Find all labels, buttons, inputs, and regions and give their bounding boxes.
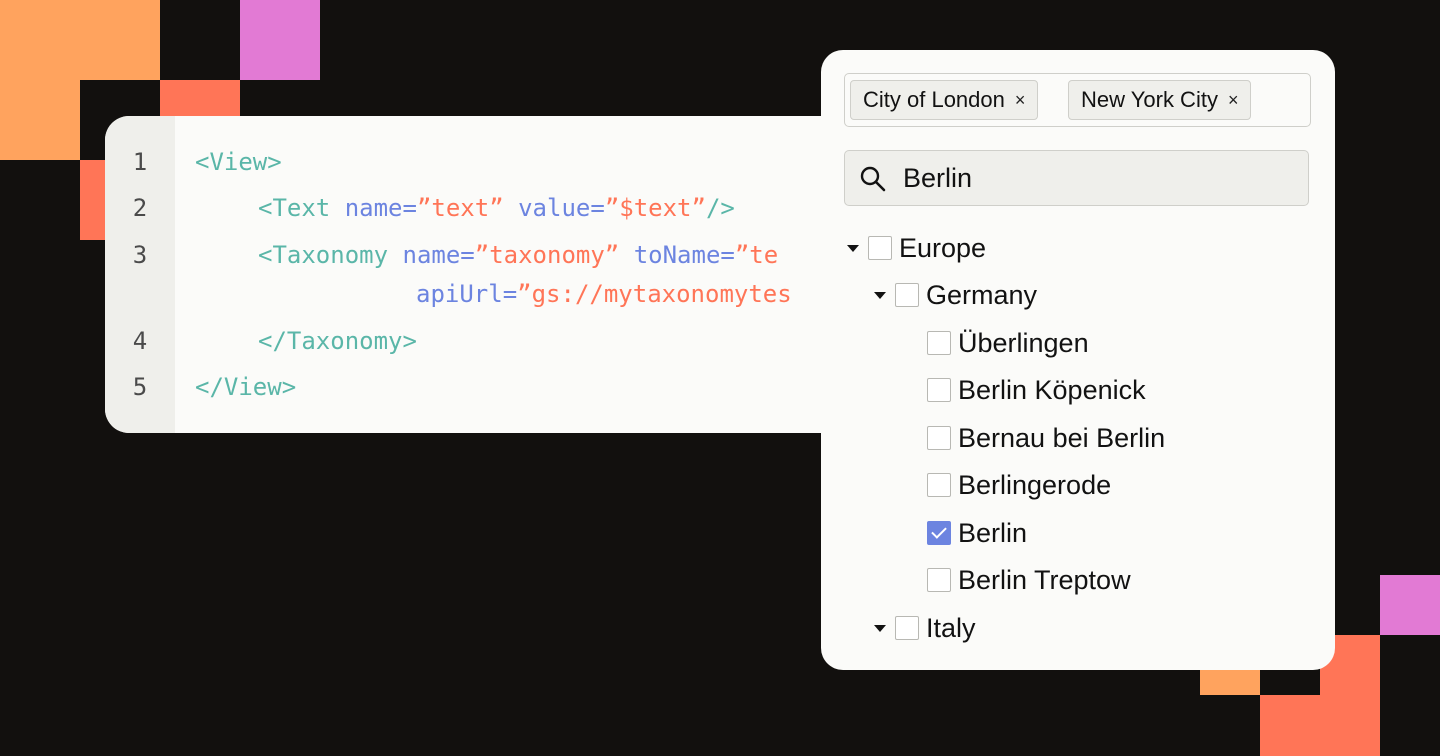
coral-block-bottom-right-2 bbox=[1260, 695, 1380, 756]
code-tag: <Text bbox=[258, 194, 331, 222]
tree-node-label: Germany bbox=[926, 279, 1038, 310]
line-number: 2 bbox=[132, 194, 148, 222]
chip-new-york-city: New York City × bbox=[1068, 80, 1252, 120]
tree-node-city: Berlin Treptow bbox=[927, 560, 1131, 600]
code-tag: <View> bbox=[195, 148, 282, 176]
checkbox[interactable] bbox=[895, 283, 919, 307]
code-attr: value= bbox=[518, 194, 605, 222]
tree-node-city: Berlingerode bbox=[927, 465, 1111, 505]
code-line-5: </View> bbox=[195, 373, 296, 401]
search-box bbox=[844, 150, 1309, 206]
code-string: ”taxonomy” bbox=[474, 241, 620, 269]
line-number: 4 bbox=[132, 327, 148, 355]
code-tag: </Taxonomy> bbox=[258, 327, 417, 355]
code-line-3-continued: apiUrl=”gs://mytaxonomytes bbox=[416, 280, 792, 308]
code-line-3: <Taxonomy name=”taxonomy” toName=”te bbox=[258, 241, 778, 269]
tree-node-city: Berlin Köpenick bbox=[927, 370, 1146, 410]
code-string: ”$text” bbox=[604, 194, 706, 222]
pink-block-bottom-right bbox=[1380, 575, 1440, 635]
code-string: ”gs://mytaxonomytes bbox=[517, 280, 792, 308]
tree-node-italy: Italy bbox=[874, 608, 976, 648]
orange-block-bottom-right bbox=[1200, 670, 1260, 695]
search-input[interactable] bbox=[903, 159, 1293, 197]
code-line-2: <Text name=”text” value=”$text”/> bbox=[258, 194, 735, 222]
chip-label: New York City bbox=[1081, 87, 1218, 112]
chip-label: City of London bbox=[863, 87, 1005, 112]
code-line-1: <View> bbox=[195, 148, 282, 176]
code-string: ”te bbox=[734, 241, 779, 269]
close-icon[interactable]: × bbox=[1228, 90, 1239, 111]
tree-node-germany: Germany bbox=[874, 275, 1037, 315]
line-number: 1 bbox=[132, 148, 148, 176]
code-attr: name= bbox=[402, 241, 475, 269]
tree-node-label: Berlin Köpenick bbox=[958, 374, 1146, 405]
code-attr: toName= bbox=[633, 241, 735, 269]
caret-down-icon[interactable] bbox=[874, 291, 886, 299]
orange-block-top-left bbox=[0, 0, 160, 80]
search-icon bbox=[859, 165, 887, 197]
code-editor-card: 1 2 3 4 5 <View> <Text name=”text” value… bbox=[105, 116, 865, 433]
tree-node-city: Berlin bbox=[927, 513, 1027, 553]
close-icon[interactable]: × bbox=[1015, 90, 1026, 111]
line-number: 5 bbox=[132, 373, 148, 401]
taxonomy-panel: City of London × New York City × Europe … bbox=[821, 50, 1335, 670]
tree-node-label: Berlin bbox=[958, 517, 1028, 548]
tree-node-city: Bernau bei Berlin bbox=[927, 418, 1165, 458]
checkbox[interactable] bbox=[868, 236, 892, 260]
tree-node-label: Europe bbox=[899, 232, 987, 263]
code-attr: name= bbox=[344, 194, 417, 222]
tree-node-label: Berlin Treptow bbox=[958, 564, 1131, 595]
line-number: 3 bbox=[132, 241, 148, 269]
orange-block-left bbox=[0, 80, 80, 160]
checkbox[interactable] bbox=[927, 331, 951, 355]
tree-node-label: Italy bbox=[926, 612, 976, 643]
tree-node-city: Überlingen bbox=[927, 323, 1089, 363]
code-tag: <Taxonomy bbox=[258, 241, 389, 269]
selected-items-box[interactable]: City of London × New York City × bbox=[844, 73, 1311, 127]
tree-node-label: Berlingerode bbox=[958, 469, 1112, 500]
checkbox[interactable] bbox=[895, 616, 919, 640]
code-tag: </View> bbox=[195, 373, 297, 401]
code-attr: apiUrl= bbox=[416, 280, 518, 308]
code-line-4: </Taxonomy> bbox=[258, 327, 417, 355]
tree-node-europe: Europe bbox=[847, 228, 986, 268]
checkbox[interactable] bbox=[927, 378, 951, 402]
tree-node-label: Bernau bei Berlin bbox=[958, 422, 1166, 453]
code-tag: /> bbox=[705, 194, 735, 222]
checkbox-checked[interactable] bbox=[927, 521, 951, 545]
tree-node-label: Überlingen bbox=[958, 327, 1089, 358]
coral-block-top bbox=[160, 80, 240, 120]
code-string: ”text” bbox=[416, 194, 504, 222]
pink-block-top bbox=[240, 0, 320, 80]
caret-down-icon[interactable] bbox=[874, 624, 886, 632]
checkbox[interactable] bbox=[927, 426, 951, 450]
checkbox[interactable] bbox=[927, 473, 951, 497]
chip-city-of-london: City of London × bbox=[850, 80, 1039, 120]
caret-down-icon[interactable] bbox=[847, 244, 859, 252]
checkbox[interactable] bbox=[927, 568, 951, 592]
